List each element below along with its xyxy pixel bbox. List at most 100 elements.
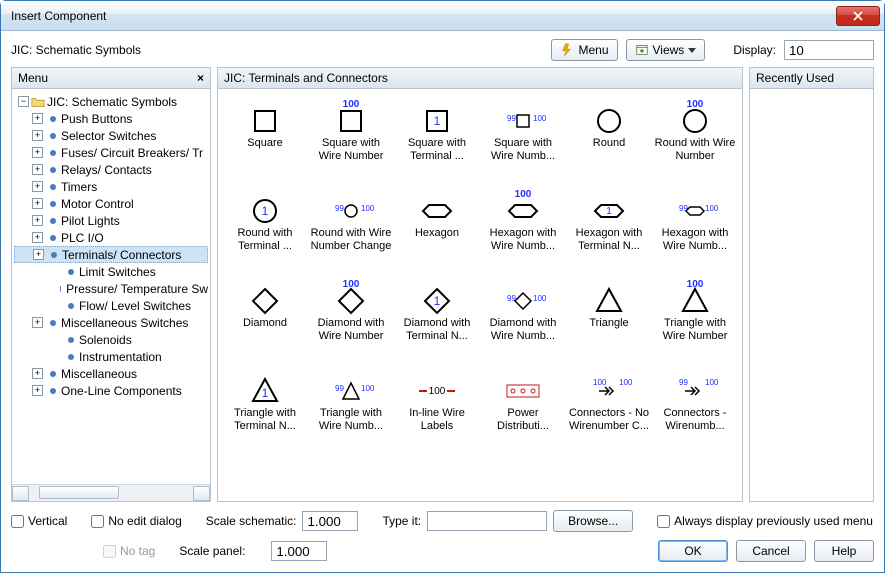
gallery-item-label: Diamond with Wire Number	[310, 317, 392, 343]
gallery-item[interactable]: 100In-line Wire Labels	[396, 365, 478, 453]
hex-100-icon: 100	[493, 187, 553, 227]
tree-item-label: Relays/ Contacts	[61, 163, 152, 177]
expand-icon[interactable]: +	[32, 113, 43, 124]
tree-item[interactable]: Flow/ Level Switches	[14, 297, 208, 314]
diamond-icon	[235, 277, 295, 317]
gallery-item[interactable]: 99100Connectors - Wirenumb...	[654, 365, 736, 453]
close-button[interactable]	[836, 6, 880, 26]
square-1-icon: 1	[407, 97, 467, 137]
tree-item[interactable]: + Miscellaneous	[14, 365, 208, 382]
node-icon	[68, 269, 74, 275]
expand-icon[interactable]: +	[32, 368, 43, 379]
tree-item[interactable]: +Terminals/ Connectors	[14, 246, 208, 263]
menu-scrollbar[interactable]	[12, 484, 210, 501]
expand-icon[interactable]: +	[32, 317, 43, 328]
tree-root[interactable]: −JIC: Schematic Symbols	[14, 93, 208, 110]
window-title: Insert Component	[11, 9, 836, 23]
help-button[interactable]: Help	[814, 540, 874, 562]
tree-item[interactable]: Instrumentation	[14, 348, 208, 365]
tree-item[interactable]: +Push Buttons	[14, 110, 208, 127]
collapse-icon[interactable]: −	[18, 96, 29, 107]
expand-icon[interactable]: +	[33, 249, 44, 260]
display-input[interactable]	[784, 40, 874, 60]
tree-item[interactable]: +One-Line Components	[14, 382, 208, 399]
expand-icon[interactable]: +	[32, 130, 43, 141]
diamond-100-icon: 100	[321, 277, 381, 317]
tree-item[interactable]: +Miscellaneous Switches	[14, 314, 208, 331]
gallery-item[interactable]: Diamond	[224, 275, 306, 363]
svg-text:99: 99	[335, 384, 344, 393]
tree-item[interactable]: +Selector Switches	[14, 127, 208, 144]
gallery-item[interactable]: 1Hexagon with Terminal N...	[568, 185, 650, 273]
gallery-item[interactable]: 1Round with Terminal ...	[224, 185, 306, 273]
bottom-bar: Vertical No edit dialog Scale schematic:…	[11, 502, 874, 562]
scroll-left-button[interactable]	[12, 486, 29, 501]
gallery-item[interactable]: Power Distributi...	[482, 365, 564, 453]
gallery-item[interactable]: 100Diamond with Wire Number	[310, 275, 392, 363]
tree-item[interactable]: + Relays/ Contacts	[14, 161, 208, 178]
gallery-item-label: Connectors - Wirenumb...	[654, 407, 736, 433]
expand-icon[interactable]: +	[32, 232, 43, 243]
scale-panel-input[interactable]	[271, 541, 327, 561]
menu-tree[interactable]: −JIC: Schematic Symbols+Push Buttons+Sel…	[12, 89, 210, 484]
vertical-checkbox[interactable]: Vertical	[11, 514, 67, 528]
gallery-panel: JIC: Terminals and Connectors Square100S…	[217, 67, 743, 502]
circle-wn-icon: 99100	[321, 187, 381, 227]
gallery-item[interactable]: 100Round with Wire Number	[654, 95, 736, 183]
gallery-item[interactable]: 99100Round with Wire Number Change	[310, 185, 392, 273]
expand-icon[interactable]: +	[32, 215, 43, 226]
expand-icon[interactable]: +	[32, 385, 43, 396]
expand-icon[interactable]: +	[32, 164, 43, 175]
scroll-thumb[interactable]	[39, 486, 119, 499]
views-button[interactable]: Views	[626, 39, 706, 61]
expand-icon[interactable]: +	[32, 181, 43, 192]
tree-item[interactable]: Limit Switches	[14, 263, 208, 280]
gallery-item[interactable]: Triangle	[568, 275, 650, 363]
gallery-item[interactable]: Hexagon	[396, 185, 478, 273]
browse-button[interactable]: Browse...	[553, 510, 633, 532]
node-icon	[50, 320, 56, 326]
tree-item[interactable]: +Fuses/ Circuit Breakers/ Tr	[14, 144, 208, 161]
node-icon	[50, 371, 56, 377]
cancel-button[interactable]: Cancel	[736, 540, 806, 562]
type-it-input[interactable]	[427, 511, 547, 531]
svg-text:1: 1	[262, 386, 269, 400]
expand-icon[interactable]: +	[32, 147, 43, 158]
gallery-item[interactable]: 100Hexagon with Wire Numb...	[482, 185, 564, 273]
gallery-item[interactable]: 99100Triangle with Wire Numb...	[310, 365, 392, 453]
gallery-item[interactable]: 99100Diamond with Wire Numb...	[482, 275, 564, 363]
tree-item[interactable]: +Pilot Lights	[14, 212, 208, 229]
gallery-item[interactable]: 1Diamond with Terminal N...	[396, 275, 478, 363]
tree-item[interactable]: +Motor Control	[14, 195, 208, 212]
scroll-right-button[interactable]	[193, 486, 210, 501]
always-display-checkbox[interactable]: Always display previously used menu	[657, 514, 873, 528]
gallery-item[interactable]: 99100Square with Wire Numb...	[482, 95, 564, 183]
gallery-item[interactable]: 100Triangle with Wire Number	[654, 275, 736, 363]
gallery-item-label: Hexagon	[415, 227, 459, 240]
tree-item[interactable]: + PLC I/O	[14, 229, 208, 246]
tree-item[interactable]: Solenoids	[14, 331, 208, 348]
gallery-item[interactable]: 99100Hexagon with Wire Numb...	[654, 185, 736, 273]
node-icon	[60, 286, 61, 292]
gallery-item[interactable]: 100100Connectors - No Wirenumber C...	[568, 365, 650, 453]
tree-item-label: PLC I/O	[61, 231, 104, 245]
gallery-item[interactable]: Square	[224, 95, 306, 183]
svg-text:100: 100	[429, 386, 446, 397]
tree-item[interactable]: +Timers	[14, 178, 208, 195]
tree-item[interactable]: Pressure/ Temperature Sw	[14, 280, 208, 297]
gallery-item[interactable]: 1Triangle with Terminal N...	[224, 365, 306, 453]
gallery-item[interactable]: 1Square with Terminal ...	[396, 95, 478, 183]
gallery-item[interactable]: Round	[568, 95, 650, 183]
menu-panel-close[interactable]: ×	[197, 71, 204, 85]
square-wn-icon: 99100	[493, 97, 553, 137]
ok-button[interactable]: OK	[658, 540, 728, 562]
circle-icon	[579, 97, 639, 137]
scale-schematic-input[interactable]	[302, 511, 358, 531]
gallery-item[interactable]: 100Square with Wire Number	[310, 95, 392, 183]
no-edit-checkbox[interactable]: No edit dialog	[91, 514, 181, 528]
menu-button[interactable]: Menu	[551, 39, 617, 61]
tree-item-label: Pressure/ Temperature Sw	[66, 282, 208, 296]
tree-item-label: Miscellaneous	[61, 367, 137, 381]
schematic-symbols-label: JIC: Schematic Symbols	[11, 43, 141, 57]
expand-icon[interactable]: +	[32, 198, 43, 209]
